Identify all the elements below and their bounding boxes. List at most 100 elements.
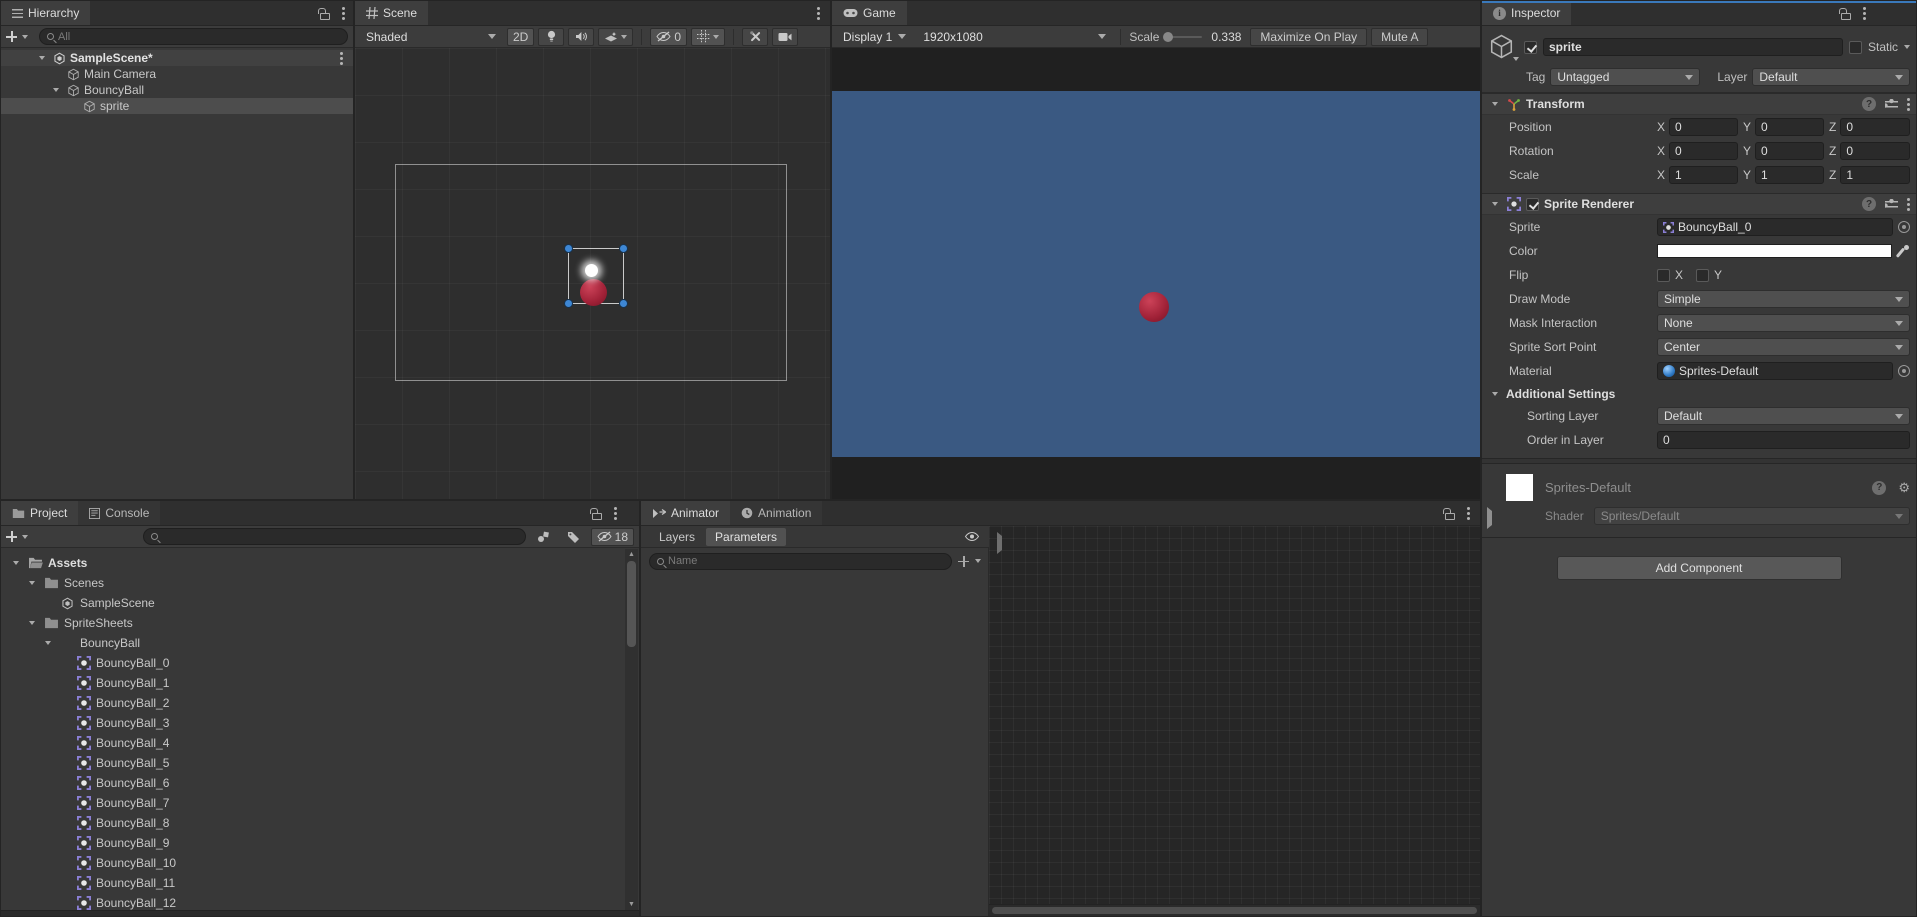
scene-lighting-button[interactable]	[538, 28, 564, 46]
sorting-layer-dropdown[interactable]: Default	[1657, 407, 1910, 425]
material-preview-foldout[interactable]	[1487, 511, 1492, 525]
project-tree-item[interactable]: BouncyBall_11	[1, 873, 625, 893]
project-tree-item[interactable]: BouncyBall_8	[1, 813, 625, 833]
foldout-icon[interactable]	[25, 581, 39, 585]
active-checkbox[interactable]	[1524, 41, 1537, 54]
flip-x-checkbox[interactable]	[1657, 269, 1670, 282]
hierarchy-item[interactable]: BouncyBall	[1, 82, 353, 98]
component-enabled-checkbox[interactable]	[1526, 198, 1539, 211]
create-dropdown-caret-icon[interactable]	[22, 535, 28, 539]
object-picker-icon[interactable]	[1898, 221, 1910, 233]
animator-graph-area[interactable]	[989, 526, 1480, 904]
foldout-icon[interactable]	[57, 721, 71, 725]
static-checkbox[interactable]	[1849, 41, 1862, 54]
sprite-renderer-component-header[interactable]: Sprite Renderer	[1482, 193, 1916, 215]
preset-icon[interactable]	[1885, 99, 1898, 110]
add-parameter-caret-icon[interactable]	[975, 559, 981, 563]
selection-handle-bottom-left[interactable]	[564, 299, 573, 308]
lock-icon[interactable]	[592, 513, 602, 520]
draw-mode-dropdown[interactable]: Simple	[1657, 290, 1910, 308]
additional-settings-foldout[interactable]: Additional Settings	[1482, 383, 1916, 404]
add-component-button[interactable]: Add Component	[1557, 556, 1842, 580]
add-parameter-button[interactable]	[958, 556, 969, 567]
search-by-type-button[interactable]	[531, 528, 557, 546]
x-input[interactable]: 0	[1669, 118, 1738, 136]
gameobject-name-field[interactable]: sprite	[1543, 38, 1843, 56]
parameter-search-input[interactable]	[668, 555, 944, 567]
object-picker-icon[interactable]	[1898, 365, 1910, 377]
parameters-tab[interactable]: Parameters	[706, 528, 786, 546]
scrollbar-thumb[interactable]	[992, 907, 1477, 914]
resolution-dropdown[interactable]: 1920x1080	[917, 28, 1112, 46]
foldout-icon[interactable]	[1488, 102, 1502, 106]
shader-dropdown[interactable]: Sprites/Default	[1594, 507, 1910, 525]
tab-animation[interactable]: Animation	[730, 501, 822, 525]
foldout-icon[interactable]	[57, 761, 71, 765]
foldout-icon[interactable]	[57, 841, 71, 845]
lock-icon[interactable]	[320, 13, 330, 20]
scene-effects-button[interactable]	[598, 28, 633, 46]
foldout-icon[interactable]	[57, 861, 71, 865]
display-dropdown[interactable]: Display 1	[837, 28, 912, 46]
x-input[interactable]: 0	[1669, 142, 1738, 160]
static-dropdown-caret-icon[interactable]	[1904, 45, 1910, 49]
effects-dropdown-caret-icon[interactable]	[621, 35, 627, 39]
foldout-icon[interactable]	[57, 881, 71, 885]
animator-horizontal-scrollbar[interactable]	[989, 904, 1480, 916]
scene-viewport[interactable]	[355, 48, 830, 499]
project-tree-item[interactable]: BouncyBall_4	[1, 733, 625, 753]
hierarchy-search-input[interactable]	[58, 31, 340, 43]
move-tool-gizmo[interactable]	[585, 264, 598, 277]
y-input[interactable]: 0	[1755, 118, 1824, 136]
foldout-icon[interactable]	[57, 821, 71, 825]
tab-scene[interactable]: Scene	[355, 1, 428, 25]
project-tree-item[interactable]: BouncyBall_10	[1, 853, 625, 873]
mask-interaction-dropdown[interactable]: None	[1657, 314, 1910, 332]
foldout-icon[interactable]	[41, 601, 55, 605]
foldout-icon[interactable]	[41, 641, 55, 645]
grid-visibility-button[interactable]	[691, 28, 725, 46]
foldout-icon[interactable]	[9, 561, 23, 565]
flip-y-checkbox[interactable]	[1696, 269, 1709, 282]
preset-icon[interactable]	[1885, 199, 1898, 210]
scene-camera-button[interactable]	[772, 28, 798, 46]
project-tree-item[interactable]: SpriteSheets	[1, 613, 625, 633]
project-tree-item[interactable]: BouncyBall_0	[1, 653, 625, 673]
project-tree-item[interactable]: BouncyBall	[1, 633, 625, 653]
kebab-menu-icon[interactable]	[1907, 203, 1910, 206]
kebab-menu-icon[interactable]	[1863, 12, 1866, 15]
scale-slider[interactable]	[1164, 36, 1202, 38]
z-input[interactable]: 0	[1840, 142, 1910, 160]
selection-handle-top-left[interactable]	[564, 244, 573, 253]
kebab-menu-icon[interactable]	[1907, 103, 1910, 106]
project-tree-item[interactable]: BouncyBall_7	[1, 793, 625, 813]
scene-tools-button[interactable]	[742, 28, 768, 46]
foldout-icon[interactable]	[25, 621, 39, 625]
project-tree-item[interactable]: BouncyBall_2	[1, 693, 625, 713]
hierarchy-search-field[interactable]	[39, 28, 348, 45]
foldout-icon[interactable]	[57, 781, 71, 785]
y-input[interactable]: 1	[1755, 166, 1824, 184]
add-dropdown-caret-icon[interactable]	[22, 35, 28, 39]
material-object-field[interactable]: Sprites-Default	[1657, 362, 1893, 380]
z-input[interactable]: 0	[1840, 118, 1910, 136]
kebab-menu-icon[interactable]	[614, 512, 617, 515]
foldout-icon[interactable]	[65, 104, 79, 108]
create-asset-button[interactable]	[6, 531, 17, 542]
transform-component-header[interactable]: Transform	[1482, 93, 1916, 115]
project-search-input[interactable]	[162, 531, 518, 543]
hidden-count-button[interactable]: 18	[591, 528, 634, 546]
project-tree-item[interactable]: Assets	[1, 553, 625, 573]
2d-toggle-button[interactable]: 2D	[507, 28, 534, 46]
project-tree-item[interactable]: SampleScene	[1, 593, 625, 613]
selection-handle-bottom-right[interactable]	[619, 299, 628, 308]
foldout-icon[interactable]	[35, 56, 49, 60]
foldout-icon[interactable]	[57, 701, 71, 705]
color-swatch[interactable]	[1657, 244, 1892, 258]
tab-hierarchy[interactable]: Hierarchy	[1, 1, 90, 25]
scene-audio-button[interactable]	[568, 28, 594, 46]
eye-toggle[interactable]	[964, 531, 980, 542]
foldout-icon[interactable]	[49, 72, 63, 76]
scroll-up-arrow-icon[interactable]: ▲	[628, 551, 635, 558]
lock-icon[interactable]	[1841, 13, 1851, 20]
